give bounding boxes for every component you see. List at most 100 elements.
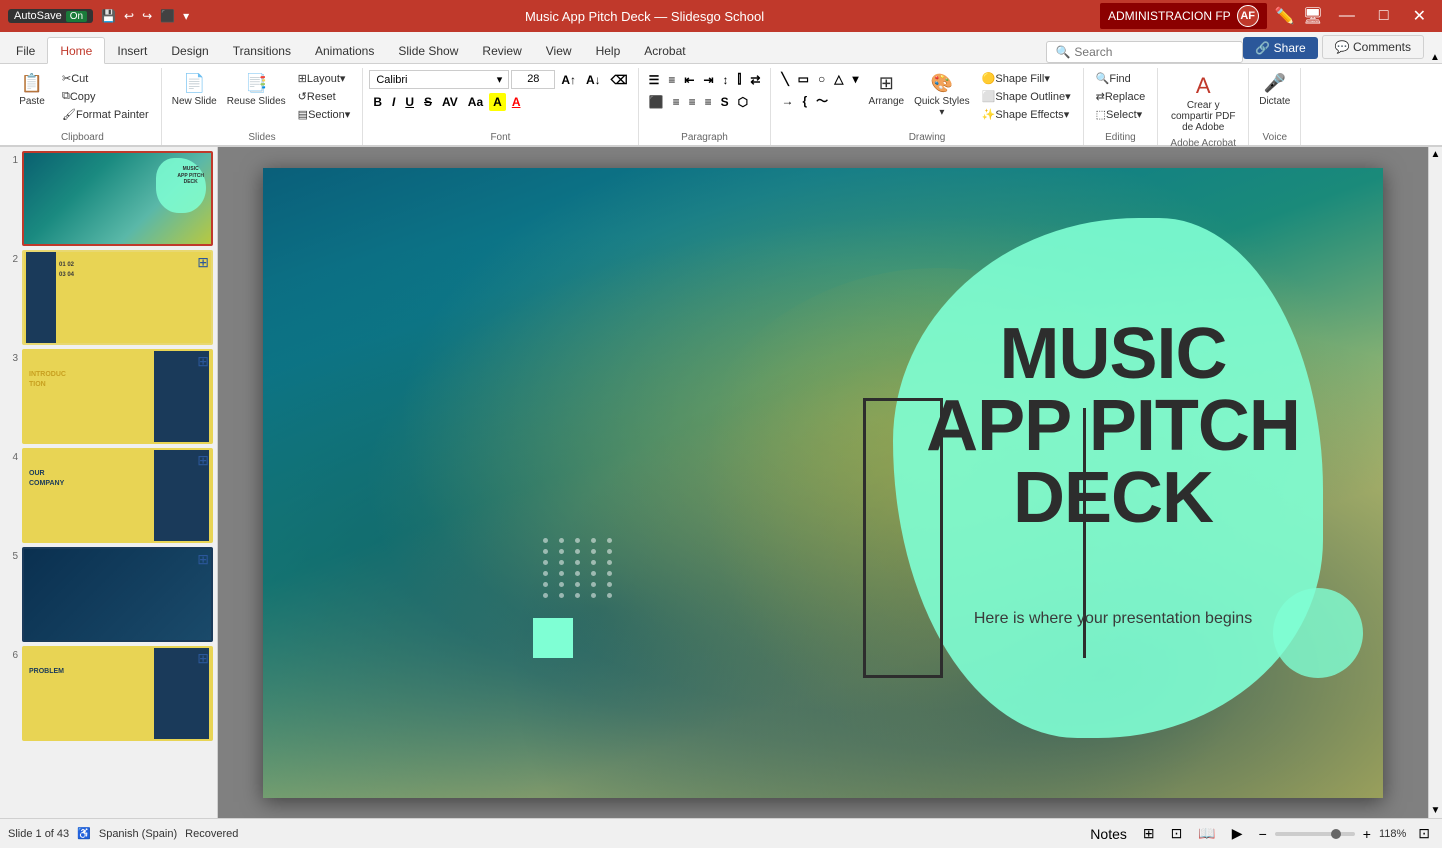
notes-button[interactable]: Notes bbox=[1086, 824, 1131, 844]
scroll-up-button[interactable]: ▲ bbox=[1429, 147, 1442, 162]
slide-thumb-img-4[interactable]: OUR COMPANY bbox=[22, 448, 213, 543]
shape-circle-button[interactable]: ○ bbox=[814, 70, 829, 88]
select-button[interactable]: ⬚ Select ▾ bbox=[1090, 106, 1152, 123]
canvas-area[interactable]: MUSIC APP PITCH DECK Here is where your … bbox=[218, 147, 1428, 818]
shape-bracket-button[interactable]: { bbox=[798, 90, 811, 111]
bullets-button[interactable]: ☰ bbox=[645, 70, 664, 89]
line-spacing-button[interactable]: ↕ bbox=[719, 70, 733, 89]
increase-font-button[interactable]: A↑ bbox=[557, 70, 580, 89]
shape-line-button[interactable]: ╲ bbox=[777, 70, 792, 88]
slide-thumb-3[interactable]: 3 INTRODUC TION bbox=[4, 349, 213, 444]
align-left-button[interactable]: ⬛ bbox=[645, 93, 668, 111]
shape-outline-button[interactable]: ⬜ Shape Outline ▾ bbox=[976, 88, 1077, 105]
layout-button[interactable]: ⊞ Layout ▾ bbox=[292, 70, 357, 87]
zoom-out-button[interactable]: − bbox=[1255, 824, 1271, 844]
tab-transitions[interactable]: Transitions bbox=[221, 38, 303, 63]
tablet-icon[interactable]: ⬛ bbox=[160, 9, 175, 23]
slide-thumb-img-6[interactable]: PROBLEM bbox=[22, 646, 213, 741]
replace-button[interactable]: ⇄ Replace bbox=[1090, 88, 1152, 105]
shape-rect-button[interactable]: ▭ bbox=[794, 70, 813, 88]
slide-thumb-2[interactable]: 2 01 02 03 04 bbox=[4, 250, 213, 345]
tab-help[interactable]: Help bbox=[584, 38, 633, 63]
tab-review[interactable]: Review bbox=[470, 38, 533, 63]
shape-triangle-button[interactable]: △ bbox=[830, 70, 847, 88]
minimize-button[interactable]: — bbox=[1331, 5, 1363, 27]
numbering-button[interactable]: ≡ bbox=[664, 70, 679, 89]
close-button[interactable]: ✕ bbox=[1405, 4, 1434, 28]
ribbon-collapse-button[interactable]: ▲ bbox=[1428, 52, 1442, 63]
quick-styles-button[interactable]: 🎨 Quick Styles ▾ bbox=[910, 70, 974, 121]
font-name-selector[interactable]: Calibri ▾ bbox=[369, 70, 509, 89]
reading-view-button[interactable]: 📖 bbox=[1194, 823, 1219, 844]
save-icon[interactable]: 💾 bbox=[101, 9, 116, 23]
increase-indent-button[interactable]: ⇥ bbox=[699, 70, 717, 89]
cut-button[interactable]: ✂ Cut bbox=[56, 70, 155, 87]
reset-button[interactable]: ↺ Reset bbox=[292, 88, 357, 105]
text-shadow-button[interactable]: S bbox=[717, 93, 733, 111]
justify-button[interactable]: ≡ bbox=[701, 93, 716, 111]
char-spacing-button[interactable]: AV bbox=[438, 93, 462, 111]
paste-button[interactable]: 📋 Paste bbox=[10, 70, 54, 110]
fit-to-window-button[interactable]: ⊡ bbox=[1414, 823, 1434, 844]
text-direction-button[interactable]: ⇄ bbox=[746, 70, 764, 89]
shape-fill-button[interactable]: 🟡 Shape Fill ▾ bbox=[976, 70, 1077, 87]
tab-slideshow[interactable]: Slide Show bbox=[386, 38, 470, 63]
tab-view[interactable]: View bbox=[534, 38, 584, 63]
slide-thumb-6[interactable]: 6 PROBLEM bbox=[4, 646, 213, 741]
font-size-selector[interactable]: 28 bbox=[511, 70, 555, 89]
slideshow-view-button[interactable]: ▶ bbox=[1228, 823, 1247, 844]
italic-button[interactable]: I bbox=[388, 93, 399, 111]
clear-format-button[interactable]: ⌫ bbox=[607, 70, 632, 89]
comments-button[interactable]: 💬 Comments bbox=[1322, 35, 1424, 59]
slide-title[interactable]: MUSIC APP PITCH DECK bbox=[923, 318, 1303, 534]
slide-thumb-img-5[interactable] bbox=[22, 547, 213, 642]
shape-wave-button[interactable]: 〜 bbox=[812, 90, 832, 111]
redo-icon[interactable]: ↪ bbox=[142, 9, 152, 23]
bold-button[interactable]: B bbox=[369, 93, 386, 111]
zoom-in-button[interactable]: + bbox=[1359, 824, 1375, 844]
scroll-down-button[interactable]: ▼ bbox=[1429, 803, 1442, 818]
highlight-button[interactable]: A bbox=[489, 93, 506, 111]
reuse-slides-button[interactable]: 📑 Reuse Slides bbox=[223, 70, 290, 110]
tab-acrobat[interactable]: Acrobat bbox=[632, 38, 697, 63]
right-scrollbar[interactable]: ▲ ▼ bbox=[1428, 147, 1442, 818]
tab-animations[interactable]: Animations bbox=[303, 38, 386, 63]
font-color-button[interactable]: A bbox=[508, 93, 525, 111]
tab-insert[interactable]: Insert bbox=[105, 38, 159, 63]
columns-button[interactable]: ⫿ bbox=[734, 70, 746, 89]
section-button[interactable]: ▤ Section ▾ bbox=[292, 106, 357, 123]
slide-sorter-button[interactable]: ⊡ bbox=[1167, 823, 1187, 844]
shape-more-button[interactable]: ▾ bbox=[849, 70, 863, 88]
slide-thumb-img-1[interactable]: MUSICAPP PITCHDECK bbox=[22, 151, 213, 246]
change-case-button[interactable]: Aa bbox=[464, 93, 487, 111]
strikethrough-button[interactable]: S bbox=[420, 93, 436, 111]
slide-thumb-4[interactable]: 4 OUR COMPANY bbox=[4, 448, 213, 543]
pen-icon[interactable]: ✏️ bbox=[1275, 6, 1295, 26]
format-painter-button[interactable]: 🖌 Format Painter bbox=[56, 106, 155, 123]
align-center-button[interactable]: ≡ bbox=[669, 93, 684, 111]
shape-effects-button[interactable]: ✨ Shape Effects ▾ bbox=[976, 106, 1077, 123]
slide-thumb-img-2[interactable]: 01 02 03 04 bbox=[22, 250, 213, 345]
slide-subtitle[interactable]: Here is where your presentation begins bbox=[923, 610, 1303, 628]
share-button[interactable]: 🔗 Share bbox=[1243, 37, 1317, 59]
decrease-font-button[interactable]: A↓ bbox=[582, 70, 605, 89]
search-box[interactable]: 🔍 bbox=[1046, 41, 1243, 63]
undo-icon[interactable]: ↩ bbox=[124, 9, 134, 23]
slide-thumb-img-3[interactable]: INTRODUC TION bbox=[22, 349, 213, 444]
shape-arrow-button[interactable]: → bbox=[777, 90, 797, 111]
convert-to-smartart-button[interactable]: ⬡ bbox=[734, 93, 752, 111]
arrange-button[interactable]: ⊞ Arrange bbox=[865, 70, 909, 110]
new-slide-button[interactable]: 📄 New Slide bbox=[168, 70, 221, 110]
tab-design[interactable]: Design bbox=[159, 38, 220, 63]
decrease-indent-button[interactable]: ⇤ bbox=[680, 70, 698, 89]
underline-button[interactable]: U bbox=[401, 93, 418, 111]
tab-home[interactable]: Home bbox=[47, 37, 105, 64]
slide-thumb-1[interactable]: 1 MUSICAPP PITCHDECK bbox=[4, 151, 213, 246]
slide-thumb-5[interactable]: 5 bbox=[4, 547, 213, 642]
align-right-button[interactable]: ≡ bbox=[685, 93, 700, 111]
dictate-button[interactable]: 🎤 Dictate bbox=[1255, 70, 1294, 110]
normal-view-button[interactable]: ⊞ bbox=[1139, 823, 1159, 844]
tab-file[interactable]: File bbox=[4, 38, 47, 63]
display-icon[interactable]: 🖥 bbox=[1303, 6, 1323, 26]
search-input[interactable] bbox=[1074, 45, 1234, 59]
